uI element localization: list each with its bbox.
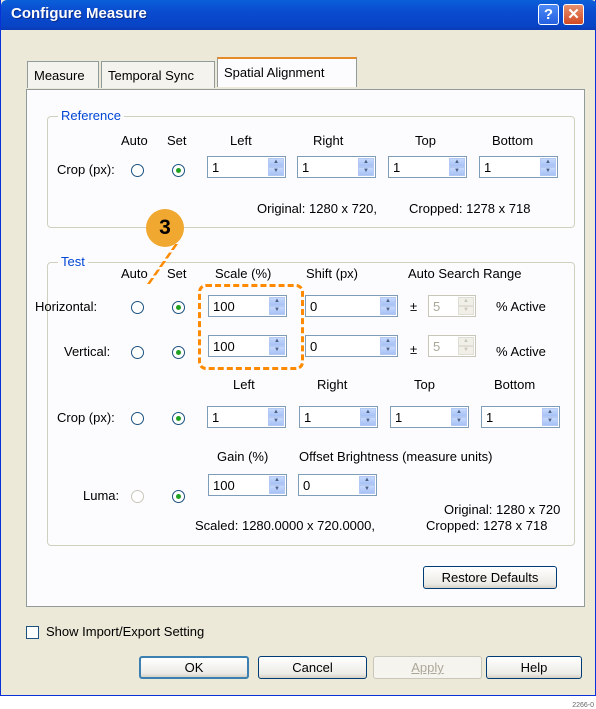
apply-button-label: Apply	[411, 660, 444, 675]
ref-right-header: Right	[313, 133, 344, 148]
test-offset-stepper[interactable]: 0 ▲ ▼	[298, 474, 377, 496]
test-h-shift-stepper[interactable]: 0 ▲ ▼	[305, 295, 398, 317]
help-button[interactable]: Help	[486, 656, 582, 679]
test-vertical-label: Vertical:	[64, 344, 111, 359]
tab-temporal-sync[interactable]: Temporal Sync	[101, 61, 215, 88]
test-crop-left-stepper[interactable]: 1 ▲ ▼	[207, 406, 286, 428]
close-icon[interactable]: ✕	[563, 4, 584, 25]
ref-crop-set-radio[interactable]	[172, 164, 185, 177]
cancel-button[interactable]: Cancel	[258, 656, 367, 679]
callout-marker: 3	[146, 209, 184, 247]
test-scaled-size: Scaled: 1280.0000 x 720.0000,	[195, 518, 375, 533]
test-crop-set-radio[interactable]	[172, 412, 185, 425]
figure-id: 2266-0	[572, 702, 594, 709]
test-v-auto-radio[interactable]	[131, 346, 144, 359]
test-v-shift-stepper[interactable]: 0 ▲ ▼	[305, 335, 398, 357]
test-shift-header: Shift (px)	[306, 266, 359, 281]
test-crop-bottom-stepper[interactable]: 1 ▲ ▼	[481, 406, 560, 428]
test-right-header: Right	[317, 377, 348, 392]
test-gain-stepper[interactable]: 100 ▲ ▼	[208, 474, 287, 496]
tab-spatial-alignment[interactable]: Spatial Alignment	[217, 57, 357, 87]
test-h-auto-radio[interactable]	[131, 301, 144, 314]
restore-defaults-button[interactable]: Restore Defaults	[423, 566, 557, 589]
spatial-alignment-panel: Reference Auto Set Left Right Top Bottom…	[26, 89, 585, 607]
test-offset-header: Offset Brightness (measure units)	[299, 449, 493, 464]
test-h-active-label: % Active	[496, 299, 546, 314]
test-horizontal-label: Horizontal:	[35, 299, 98, 314]
ref-crop-bottom-stepper[interactable]: 1 ▲ ▼	[479, 156, 558, 178]
title-bar: Configure Measure ? ✕	[1, 0, 596, 30]
apply-button[interactable]: Apply	[373, 656, 482, 679]
test-v-active-label: % Active	[496, 344, 546, 359]
test-cropped-size: Cropped: 1278 x 718	[426, 518, 548, 533]
test-scale-header: Scale (%)	[215, 266, 272, 281]
test-crop-auto-radio[interactable]	[131, 412, 144, 425]
ref-crop-top-stepper[interactable]: 1 ▲ ▼	[388, 156, 467, 178]
test-h-range-stepper[interactable]: 5 ▲ ▼	[428, 295, 476, 317]
ref-set-header: Set	[167, 133, 187, 148]
test-v-range-stepper[interactable]: 5 ▲ ▼	[428, 335, 476, 357]
help-icon[interactable]: ?	[538, 4, 559, 25]
ref-crop-auto-radio[interactable]	[131, 164, 144, 177]
test-crop-top-stepper[interactable]: 1 ▲ ▼	[390, 406, 469, 428]
test-auto-header: Auto	[121, 266, 148, 281]
ref-top-header: Top	[415, 133, 436, 148]
test-crop-right-stepper[interactable]: 1 ▲ ▼	[299, 406, 378, 428]
ok-button[interactable]: OK	[139, 656, 249, 679]
test-gain-header: Gain (%)	[217, 449, 269, 464]
ref-auto-header: Auto	[121, 133, 148, 148]
ref-bottom-header: Bottom	[492, 133, 534, 148]
test-legend: Test	[58, 254, 88, 269]
show-import-export-label: Show Import/Export Setting	[46, 624, 205, 639]
ref-crop-right-stepper[interactable]: 1 ▲ ▼	[297, 156, 376, 178]
ref-original-size: Original: 1280 x 720,	[257, 201, 377, 216]
test-bottom-header: Bottom	[494, 377, 536, 392]
test-luma-auto-radio[interactable]	[131, 490, 144, 503]
ref-left-header: Left	[230, 133, 252, 148]
test-h-set-radio[interactable]	[172, 301, 185, 314]
test-left-header: Left	[233, 377, 255, 392]
test-luma-label: Luma:	[83, 488, 120, 503]
test-h-plusminus: ±	[410, 299, 418, 314]
ref-cropped-size: Cropped: 1278 x 718	[409, 201, 531, 216]
ref-crop-label: Crop (px):	[57, 162, 115, 177]
test-original-size: Original: 1280 x 720	[444, 502, 561, 517]
test-v-set-radio[interactable]	[172, 346, 185, 359]
test-auto-search-header: Auto Search Range	[408, 266, 522, 281]
window-title: Configure Measure	[11, 5, 147, 22]
test-luma-set-radio[interactable]	[172, 490, 185, 503]
ref-crop-left-stepper[interactable]: 1 ▲ ▼	[207, 156, 286, 178]
test-top-header: Top	[414, 377, 435, 392]
scale-highlight-box	[198, 284, 304, 370]
show-import-export-checkbox[interactable]	[26, 626, 39, 639]
reference-legend: Reference	[58, 108, 124, 123]
test-crop-label: Crop (px):	[57, 410, 115, 425]
test-v-plusminus: ±	[410, 342, 418, 357]
tab-measure[interactable]: Measure	[27, 61, 99, 88]
